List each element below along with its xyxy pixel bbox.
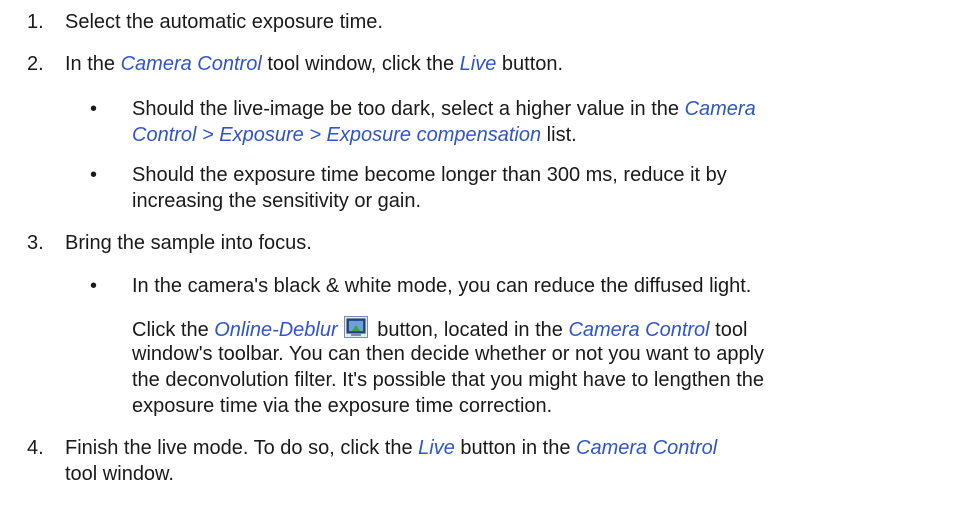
- step-2-part: tool window, click the: [261, 53, 460, 75]
- deblur-para-line1: Click the Online-Deblur button, located …: [132, 316, 747, 342]
- bullet-3-text: In the camera's black & white mode, you …: [132, 275, 752, 297]
- document-page: { "steps": [ {"num": "1.", "text": "Sele…: [0, 0, 957, 525]
- step-3-text: Bring the sample into focus.: [65, 232, 312, 254]
- bullet-2a-line1: Should the live-image be too dark, selec…: [132, 97, 756, 121]
- bullet-2b-line2: increasing the sensitivity or gain.: [132, 190, 422, 212]
- step-1-text: Select the automatic exposure time.: [65, 11, 383, 33]
- step-2-part: button.: [496, 53, 564, 75]
- camera-control-ref: Camera Control: [568, 319, 710, 341]
- camera-control-ref: Camera Control: [120, 53, 262, 75]
- online-deblur-ref: Online-Deblur: [214, 319, 338, 341]
- bullet-point: •: [90, 275, 98, 297]
- bullet-text: list.: [541, 124, 577, 146]
- step-1-number: 1.: [27, 11, 44, 33]
- camera-control-ref: Camera Control: [576, 437, 718, 459]
- step-3-number: 3.: [27, 232, 44, 254]
- exposure-compensation-path: Control > Exposure > Exposure compensati…: [132, 124, 542, 146]
- step-4-number: 4.: [27, 437, 44, 459]
- live-ref: Live: [459, 53, 497, 75]
- bullet-point: •: [90, 98, 98, 120]
- bullet-text: Should the live-image be too dark, selec…: [132, 98, 685, 120]
- para-text: tool: [709, 319, 748, 341]
- step-4-text: Finish the live mode. To do so, click th…: [65, 436, 717, 460]
- deblur-para-line4: exposure time via the exposure time corr…: [132, 395, 553, 417]
- step-2-part: In the: [65, 53, 121, 75]
- deblur-para-line3: the deconvolution filter. It's possible …: [132, 369, 765, 391]
- step-4-continuation: tool window.: [65, 463, 174, 485]
- step-4-part: button in the: [454, 437, 577, 459]
- camera-ref: Camera: [684, 98, 756, 120]
- bullet-2b-line1: Should the exposure time become longer t…: [132, 164, 727, 186]
- step-2-text: In the Camera Control tool window, click…: [65, 52, 563, 76]
- bullet-point: •: [90, 164, 98, 186]
- step-4-part: Finish the live mode. To do so, click th…: [65, 437, 419, 459]
- para-text: button, located in the: [371, 319, 569, 341]
- para-text: Click the: [132, 319, 215, 341]
- bullet-2a-line2: Control > Exposure > Exposure compensati…: [132, 123, 577, 147]
- online-deblur-icon: [343, 316, 368, 338]
- deblur-para-line2: window's toolbar. You can then decide wh…: [132, 343, 765, 365]
- step-2-number: 2.: [27, 53, 44, 75]
- live-ref: Live: [418, 437, 455, 459]
